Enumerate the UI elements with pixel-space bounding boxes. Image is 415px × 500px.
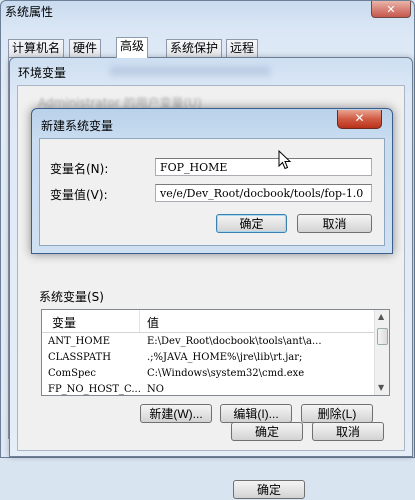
tab-advanced[interactable]: 高级	[116, 37, 149, 58]
tab-remote[interactable]: 远程	[226, 39, 259, 57]
list-item[interactable]: ANT_HOME E:\Dev_Root\docbook\tools\ant\a…	[42, 334, 375, 350]
user-variables-label: Administrator 的用户变量(U)	[38, 96, 202, 110]
list-item[interactable]: FP_NO_HOST_C... NO	[42, 382, 375, 395]
dialog-title: 新建系统变量	[41, 119, 114, 133]
system-variables-list[interactable]: 变量 值 ANT_HOME E:\Dev_Root\docbook\tools\…	[41, 309, 390, 396]
variable-value-label: 变量值(V):	[50, 188, 108, 202]
delete-variable-button[interactable]: 删除(L)	[301, 404, 373, 423]
close-button[interactable]: ✕	[371, 1, 411, 18]
column-header-variable[interactable]: 变量	[52, 314, 76, 331]
dialog-body: 变量名(N): FOP_HOME 变量值(V): ve/e/Dev_Root/d…	[39, 138, 385, 246]
variable-value: NO	[147, 384, 164, 395]
variable-name: ComSpec	[48, 368, 96, 379]
edit-variable-button[interactable]: 编辑(I)...	[220, 404, 292, 423]
variable-name: FP_NO_HOST_C...	[48, 384, 141, 395]
scroll-up-icon[interactable]: ▲	[378, 312, 384, 321]
window-title: 系统属性	[5, 5, 54, 19]
tab-computer-name[interactable]: 计算机名	[8, 39, 65, 57]
window-title: 环境变量	[18, 66, 67, 80]
env-cancel-button[interactable]: 取消	[312, 422, 384, 441]
env-ok-button[interactable]: 确定	[231, 422, 303, 441]
column-header-value[interactable]: 值	[147, 314, 159, 331]
variable-value: E:\Dev_Root\docbook\tools\ant\a...	[147, 336, 322, 347]
system-variables-label: 系统变量(S)	[39, 290, 104, 304]
close-icon: ✕	[386, 2, 396, 16]
list-item[interactable]: ComSpec C:\Windows\system32\cmd.exe	[42, 366, 375, 382]
scroll-thumb[interactable]	[377, 328, 388, 345]
dialog-ok-button[interactable]: 确定	[216, 214, 287, 233]
list-item[interactable]: CLASSPATH .;%JAVA_HOME%\jre\lib\rt.jar;	[42, 350, 375, 366]
new-variable-button[interactable]: 新建(W)...	[140, 404, 212, 423]
variable-value: .;%JAVA_HOME%\jre\lib\rt.jar;	[147, 352, 303, 363]
dialog-cancel-button[interactable]: 取消	[297, 214, 372, 233]
vertical-scrollbar[interactable]: ▲ ▼	[374, 310, 389, 395]
variable-value: C:\Windows\system32\cmd.exe	[147, 368, 305, 379]
tab-system-protection[interactable]: 系统保护	[166, 39, 223, 57]
mouse-cursor-icon	[278, 150, 292, 170]
ok-button[interactable]: 确定	[233, 480, 305, 499]
dialog-close-button[interactable]: ✕	[337, 110, 382, 129]
list-header: 变量 值	[42, 310, 375, 333]
variable-name-input[interactable]: FOP_HOME	[155, 158, 372, 176]
new-system-variable-dialog: 新建系统变量 ✕ 变量名(N): FOP_HOME 变量值(V): ve/e/D…	[31, 108, 393, 254]
variable-name-label: 变量名(N):	[50, 162, 109, 176]
column-divider[interactable]	[139, 310, 140, 332]
variable-name: CLASSPATH	[48, 352, 111, 363]
tab-hardware[interactable]: 硬件	[69, 39, 102, 57]
variable-value-input[interactable]: ve/e/Dev_Root/docbook/tools/fop-1.0	[155, 184, 372, 202]
variable-name: ANT_HOME	[48, 336, 111, 347]
title-blur-decoration	[110, 66, 270, 76]
scroll-down-icon[interactable]: ▼	[378, 383, 384, 392]
close-icon: ✕	[354, 111, 365, 125]
